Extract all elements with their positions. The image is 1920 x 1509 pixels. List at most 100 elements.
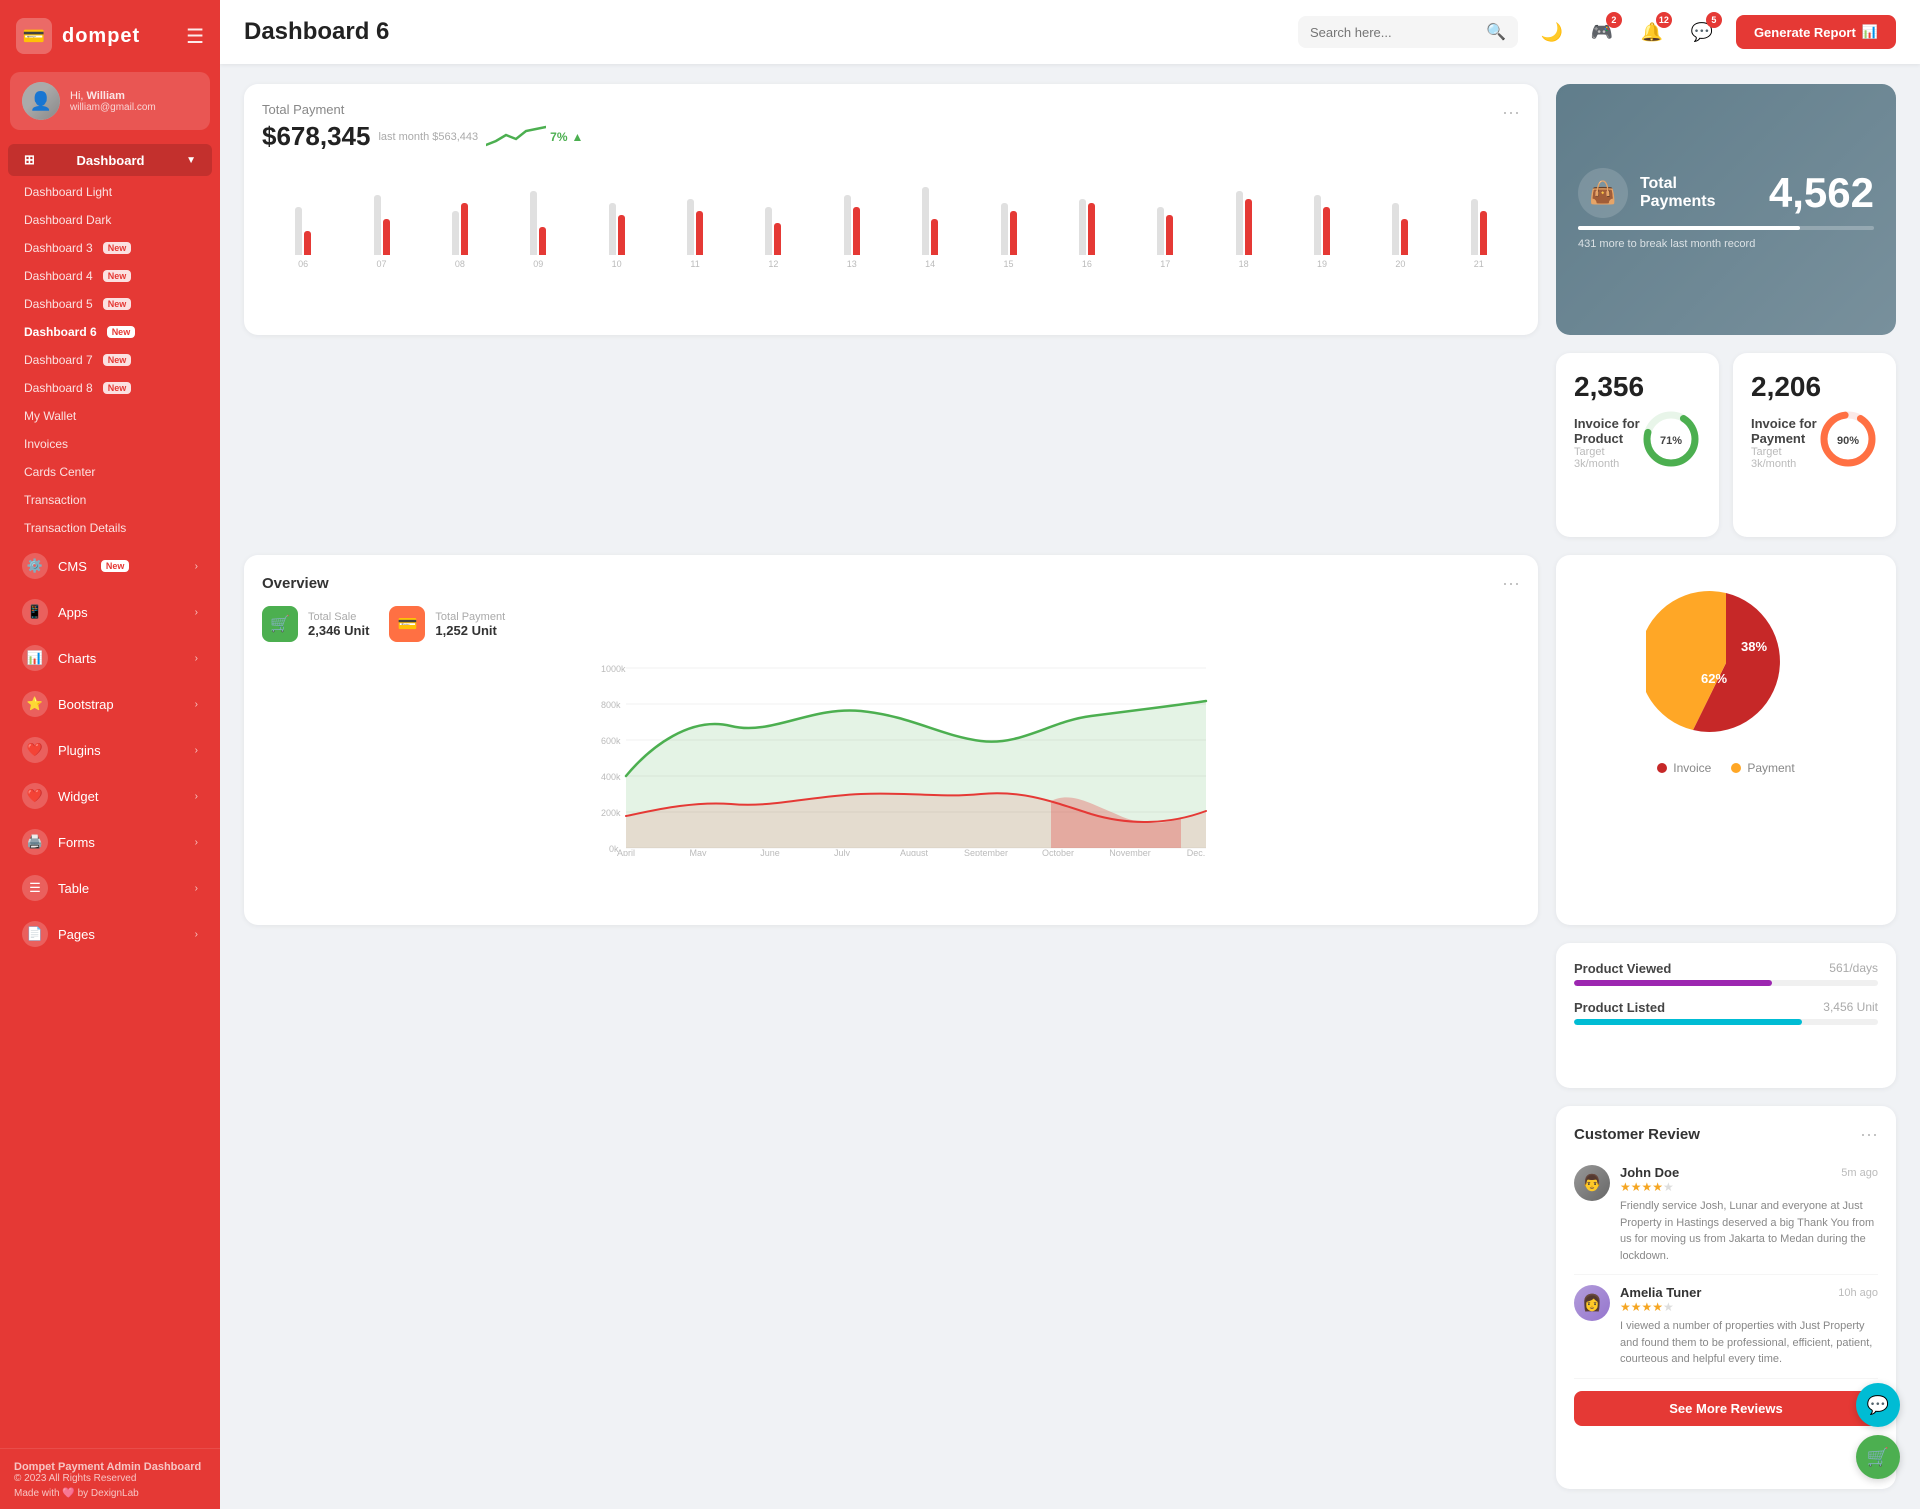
sidebar-item-plugins[interactable]: ❤️ Plugins › [8,728,212,772]
bar-group [1128,175,1202,255]
bar-gray [1001,203,1008,255]
svg-text:800k: 800k [601,700,621,710]
header-icons: 🌙 🎮 2 🔔 12 💬 5 [1534,14,1720,50]
trend-up-icon: ▲ [571,130,583,144]
search-input[interactable] [1310,25,1478,40]
svg-text:90%: 90% [1837,435,1859,447]
sidebar-item-dashboard-6[interactable]: Dashboard 6New [0,318,220,346]
bar-gray [1236,191,1243,255]
total-sale-stat: 🛒 Total Sale 2,346 Unit [262,606,369,642]
chevron-right-icon: › [195,883,198,894]
sidebar-item-cards-center[interactable]: Cards Center [0,458,220,486]
sidebar-item-dashboard-8[interactable]: Dashboard 8New [0,374,220,402]
sidebar-item-dashboard-dark[interactable]: Dashboard Dark [0,206,220,234]
card-menu-icon[interactable]: ··· [1502,102,1520,123]
hamburger-icon[interactable]: ☰ [186,24,204,49]
product-listed-progress-bg [1574,1019,1878,1025]
messages-button[interactable]: 💬 5 [1684,14,1720,50]
bootstrap-icon: ⭐ [22,691,48,717]
legend-invoice: Invoice [1657,761,1711,775]
review-item-1: 👨 John Doe 5m ago ★★★★★ Friendly service… [1574,1155,1878,1275]
banner-title: Total Payments [1640,175,1757,211]
see-more-reviews-button[interactable]: See More Reviews [1574,1391,1878,1426]
theme-toggle-button[interactable]: 🌙 [1534,14,1570,50]
sidebar-item-transaction-details[interactable]: Transaction Details [0,514,220,542]
bar-gray [844,195,851,255]
reviewer-2-text: I viewed a number of properties with Jus… [1620,1318,1878,1368]
chevron-right-icon: › [195,791,198,802]
product-viewed-progress-bg [1574,980,1878,986]
generate-report-button[interactable]: Generate Report 📊 [1736,15,1896,49]
cart-float-button[interactable]: 🛒 [1856,1435,1900,1479]
total-sale-icon: 🛒 [262,606,298,642]
games-notifications-button[interactable]: 🎮 2 [1584,14,1620,50]
svg-text:September: September [964,848,1008,856]
bar-red [539,227,546,255]
bar-group [736,175,810,255]
bar-gray [1079,199,1086,255]
sidebar-item-cms[interactable]: ⚙️ CMS New › [8,544,212,588]
chevron-right-icon: › [195,929,198,940]
overview-menu-icon[interactable]: ··· [1502,573,1520,594]
sidebar-item-apps[interactable]: 📱 Apps › [8,590,212,634]
sidebar-item-transaction[interactable]: Transaction [0,486,220,514]
bar-red [304,231,311,255]
bar-group [344,175,418,255]
chevron-right-icon: › [195,745,198,756]
chevron-right-icon: › [195,699,198,710]
sidebar-item-dashboard-light[interactable]: Dashboard Light [0,178,220,206]
svg-text:June: June [760,848,780,856]
product-viewed-progress-fill [1574,980,1772,986]
bar-red [853,207,860,255]
bar-red [1088,203,1095,255]
sidebar-item-dashboard-3[interactable]: Dashboard 3New [0,234,220,262]
svg-text:August: August [900,848,929,856]
bar-label: 06 [266,259,340,269]
sidebar-item-dashboard-5[interactable]: Dashboard 5New [0,290,220,318]
support-float-button[interactable]: 💬 [1856,1383,1900,1427]
payment-legend-dot [1731,763,1741,773]
logo-emoji: 💳 [23,26,45,47]
svg-text:62%: 62% [1701,671,1727,686]
sidebar-item-bootstrap[interactable]: ⭐ Bootstrap › [8,682,212,726]
pie-chart-card: 62% 38% Invoice Payment [1556,555,1896,925]
sidebar-item-pages[interactable]: 📄 Pages › [8,912,212,956]
product-listed-progress-fill [1574,1019,1802,1025]
overview-stats: 🛒 Total Sale 2,346 Unit 💳 Total Payment … [262,606,1520,642]
invoice-payment-card: 2,206 Invoice for Payment Target 3k/mont… [1733,353,1896,538]
bell-notifications-button[interactable]: 🔔 12 [1634,14,1670,50]
sidebar-item-forms[interactable]: 🖨️ Forms › [8,820,212,864]
sidebar-footer: Dompet Payment Admin Dashboard © 2023 Al… [0,1448,220,1509]
user-profile: 👤 Hi, William william@gmail.com [10,72,210,130]
sidebar-item-widget[interactable]: ❤️ Widget › [8,774,212,818]
banner-number: 4,562 [1769,169,1874,217]
total-payment-amount: $678,345 [262,121,370,152]
sidebar-item-table[interactable]: ☰ Table › [8,866,212,910]
bar-red [1480,211,1487,255]
avatar: 👤 [22,82,60,120]
bar-gray [687,199,694,255]
chevron-right-icon: › [195,653,198,664]
invoice-cards: 2,356 Invoice for Product Target 3k/mont… [1556,353,1896,538]
widget-icon: ❤️ [22,783,48,809]
bar-red [774,223,781,255]
invoice-product-donut: 71% [1641,409,1701,474]
bar-group [1207,175,1281,255]
messages-badge: 5 [1706,12,1722,28]
sidebar-item-invoices[interactable]: Invoices [0,430,220,458]
sidebar-item-charts[interactable]: 📊 Charts › [8,636,212,680]
invoice-row-left [244,353,1538,538]
review-menu-icon[interactable]: ··· [1860,1124,1878,1145]
svg-text:71%: 71% [1660,435,1682,447]
sidebar-item-dashboard-4[interactable]: Dashboard 4New [0,262,220,290]
invoice-payment-donut: 90% [1818,409,1878,474]
sidebar-item-my-wallet[interactable]: My Wallet [0,402,220,430]
footer-brand: Dompet Payment Admin Dashboard [14,1461,206,1473]
sidebar-item-dashboard-7[interactable]: Dashboard 7New [0,346,220,374]
apps-icon: 📱 [22,599,48,625]
bar-gray [609,203,616,255]
total-payment-icon: 💳 [389,606,425,642]
bell-badge: 12 [1656,12,1672,28]
dashboard-nav-header[interactable]: ⊞ Dashboard ▼ [8,144,212,176]
card-header: Total Payment $678,345 last month $563,4… [262,102,1520,152]
